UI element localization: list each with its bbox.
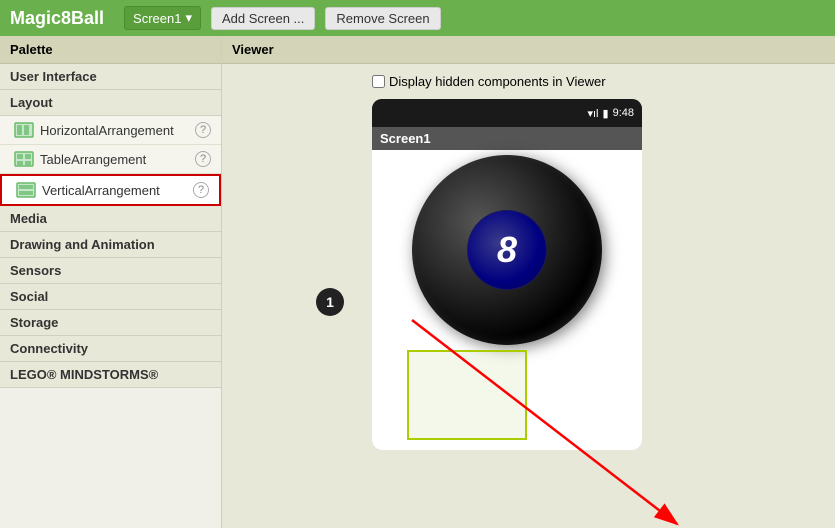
palette-item-horizontal[interactable]: HorizontalArrangement ? bbox=[0, 116, 221, 145]
vertical-arrangement-drop-zone bbox=[407, 350, 527, 440]
sidebar-item-drawing-animation[interactable]: Drawing and Animation bbox=[0, 232, 221, 258]
table-arrangement-icon bbox=[14, 149, 34, 169]
palette-item-table[interactable]: TableArrangement ? bbox=[0, 145, 221, 174]
sidebar-section-label: Storage bbox=[10, 315, 58, 330]
sidebar-section-label: User Interface bbox=[10, 69, 97, 84]
vertical-arrangement-icon bbox=[16, 180, 36, 200]
badge-text: 1 bbox=[326, 294, 334, 310]
horizontal-arrangement-label: HorizontalArrangement bbox=[40, 123, 189, 138]
sidebar-item-media[interactable]: Media bbox=[0, 206, 221, 232]
table-help-icon[interactable]: ? bbox=[195, 151, 211, 167]
screen-dropdown-caret: ▾ bbox=[185, 10, 192, 26]
display-hidden-label: Display hidden components in Viewer bbox=[389, 74, 606, 89]
sidebar-section-label: Media bbox=[10, 211, 47, 226]
screen-title-bar: Screen1 bbox=[372, 127, 642, 150]
battery-icon: ▮ bbox=[603, 107, 609, 120]
viewer-panel: Viewer Display hidden components in View… bbox=[222, 36, 835, 528]
magic8ball-image: 8 bbox=[412, 155, 602, 345]
ball-number: 8 bbox=[497, 229, 517, 271]
status-time: 9:48 bbox=[613, 107, 634, 119]
sidebar-item-social[interactable]: Social bbox=[0, 284, 221, 310]
viewer-header: Viewer bbox=[222, 36, 835, 64]
sidebar-section-label: Layout bbox=[10, 95, 53, 110]
sidebar-item-storage[interactable]: Storage bbox=[0, 310, 221, 336]
main-layout: Palette User Interface Layout Horizontal… bbox=[0, 36, 835, 528]
palette-item-vertical[interactable]: VerticalArrangement ? bbox=[0, 174, 221, 206]
sidebar-section-label: Drawing and Animation bbox=[10, 237, 155, 252]
sidebar-section-label: Connectivity bbox=[10, 341, 88, 356]
viewer-content: Display hidden components in Viewer ▾ıl … bbox=[222, 64, 835, 460]
sidebar-item-layout[interactable]: Layout bbox=[0, 90, 221, 116]
palette-sidebar: Palette User Interface Layout Horizontal… bbox=[0, 36, 222, 528]
badge-circle bbox=[316, 288, 344, 316]
screen-dropdown[interactable]: Screen1 ▾ bbox=[124, 6, 201, 30]
palette-header: Palette bbox=[0, 36, 221, 64]
phone-screen: Screen1 8 bbox=[372, 127, 642, 450]
sidebar-item-connectivity[interactable]: Connectivity bbox=[0, 336, 221, 362]
add-screen-button[interactable]: Add Screen ... bbox=[211, 7, 315, 30]
horizontal-help-icon[interactable]: ? bbox=[195, 122, 211, 138]
display-hidden-checkbox[interactable] bbox=[372, 75, 385, 88]
display-hidden-row: Display hidden components in Viewer bbox=[372, 74, 815, 89]
app-title: Magic8Ball bbox=[10, 8, 104, 29]
remove-screen-button[interactable]: Remove Screen bbox=[325, 7, 440, 30]
horizontal-arrangement-icon bbox=[14, 120, 34, 140]
sidebar-item-sensors[interactable]: Sensors bbox=[0, 258, 221, 284]
phone-status-bar: ▾ıl ▮ 9:48 bbox=[372, 99, 642, 127]
phone-mockup: ▾ıl ▮ 9:48 Screen1 8 bbox=[372, 99, 642, 450]
screen-dropdown-label: Screen1 bbox=[133, 11, 181, 26]
sidebar-item-user-interface[interactable]: User Interface bbox=[0, 64, 221, 90]
screen-content: 8 bbox=[372, 150, 642, 450]
table-arrangement-label: TableArrangement bbox=[40, 152, 189, 167]
vertical-arrangement-label: VerticalArrangement bbox=[42, 183, 187, 198]
app-header: Magic8Ball Screen1 ▾ Add Screen ... Remo… bbox=[0, 0, 835, 36]
sidebar-section-label: LEGO® MINDSTORMS® bbox=[10, 367, 158, 382]
wifi-icon: ▾ıl bbox=[587, 107, 598, 120]
sidebar-section-label: Social bbox=[10, 289, 48, 304]
vertical-help-icon[interactable]: ? bbox=[193, 182, 209, 198]
sidebar-section-label: Sensors bbox=[10, 263, 61, 278]
sidebar-item-lego[interactable]: LEGO® MINDSTORMS® bbox=[0, 362, 221, 388]
ball-inner-circle: 8 bbox=[467, 210, 547, 290]
